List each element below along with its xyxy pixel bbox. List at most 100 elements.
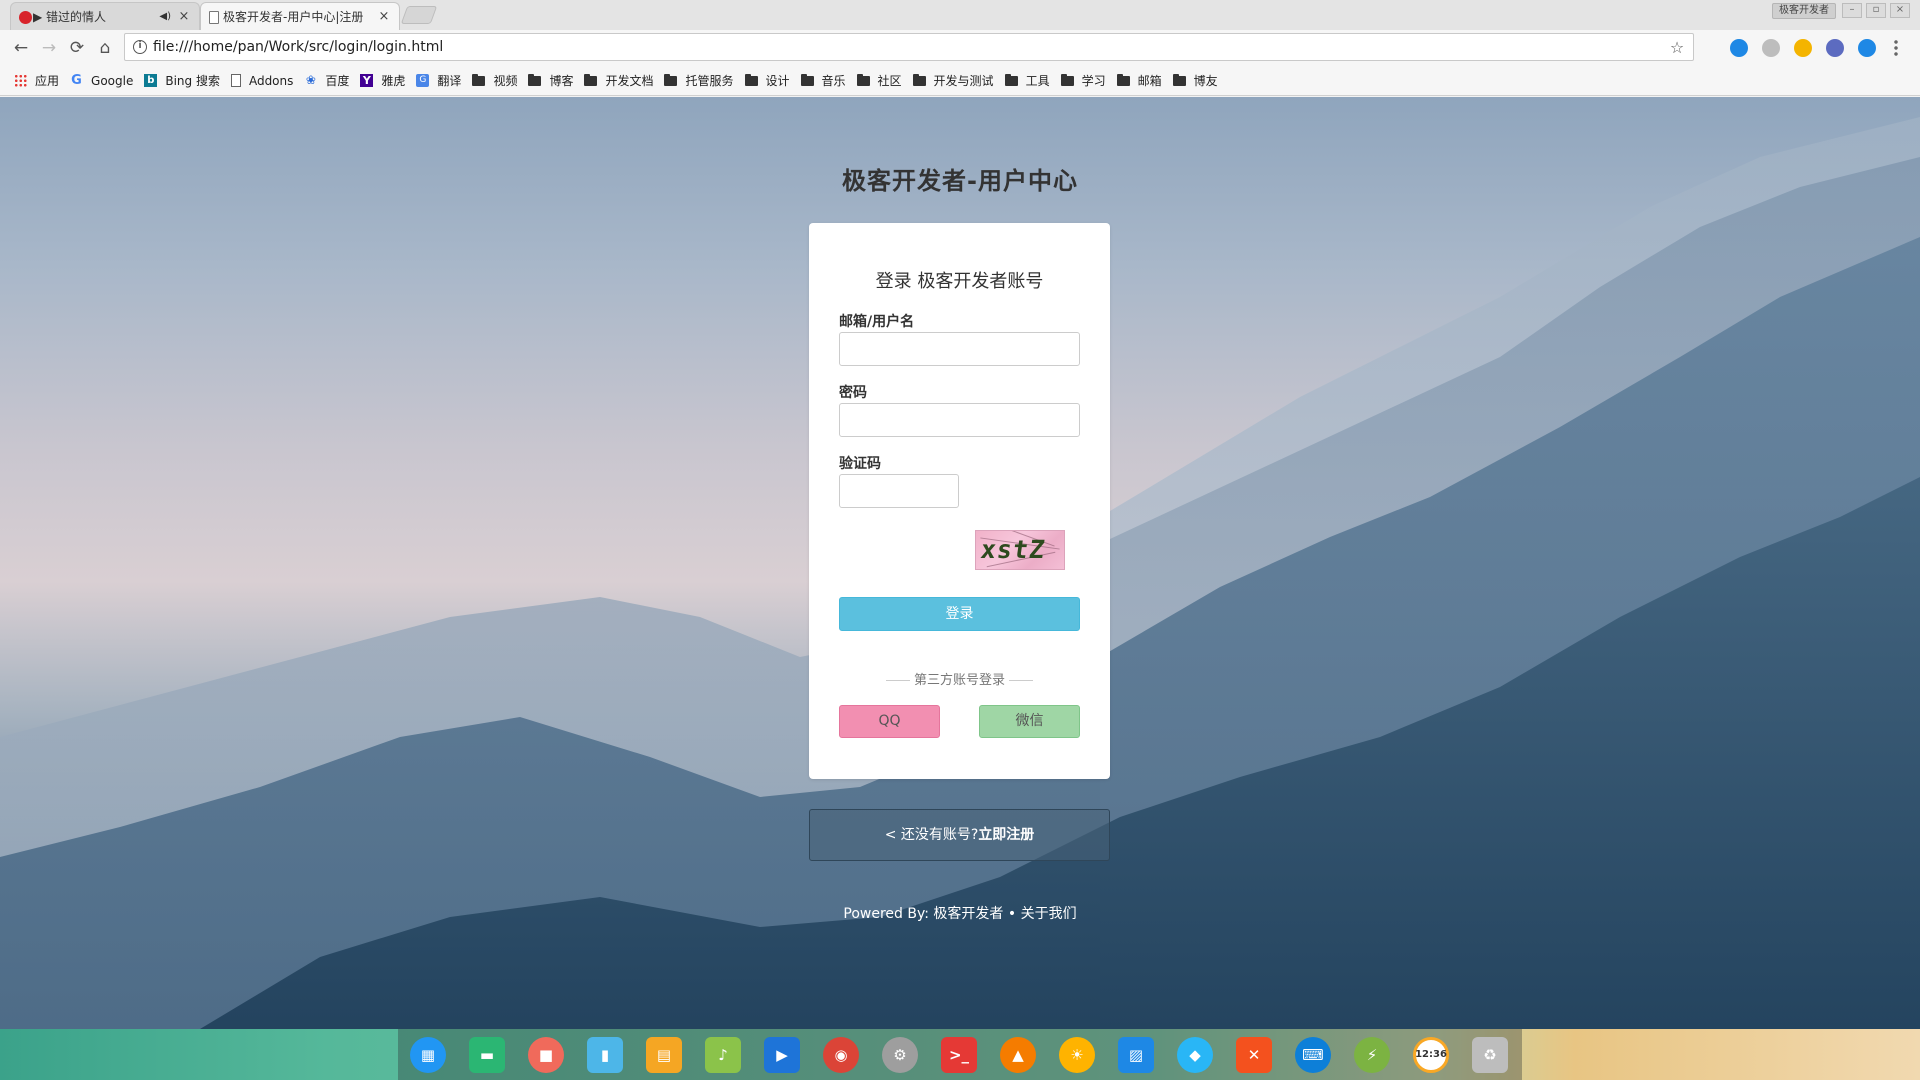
close-tab-icon[interactable]: × — [177, 9, 191, 24]
footer-brand-link[interactable]: 极客开发者 — [933, 906, 1003, 922]
bookmark-item[interactable]: G Google — [70, 74, 133, 88]
folder-icon — [744, 73, 758, 86]
translate-extension-icon[interactable] — [1730, 39, 1748, 57]
vue-extension-icon[interactable] — [1858, 39, 1876, 57]
bookmark-item[interactable]: Y 雅虎 — [360, 72, 405, 89]
login-card: 登录 极客开发者账号 邮箱/用户名 密码 验证码 xstZ 登录 第三方账号登录… — [809, 223, 1110, 779]
power-icon[interactable]: ⚡ — [1354, 1036, 1390, 1073]
weather-icon[interactable]: ☀ — [1059, 1036, 1095, 1073]
video-player-icon[interactable]: ▶ — [764, 1036, 800, 1073]
back-button[interactable]: ← — [10, 37, 32, 59]
captcha-image[interactable]: xstZ — [975, 530, 1065, 570]
music-player-icon[interactable]: ♪ — [705, 1036, 741, 1073]
screenshot-tool-icon[interactable]: ✕ — [1236, 1036, 1272, 1073]
terminal-icon[interactable]: >_ — [941, 1036, 977, 1073]
login-button[interactable]: 登录 — [839, 597, 1080, 631]
bookmark-item[interactable]: b Bing 搜索 — [144, 72, 220, 89]
screen-recorder-icon[interactable]: ■ — [528, 1036, 564, 1073]
browser-toolbar: ← → ⟳ ⌂ i file:///home/pan/Work/src/logi… — [0, 30, 1920, 66]
wechat-login-button[interactable]: 微信 — [979, 705, 1080, 738]
bookmark-item[interactable]: 博客 — [528, 72, 573, 89]
address-bar[interactable]: i file:///home/pan/Work/src/login/login.… — [124, 33, 1694, 61]
username-input[interactable] — [839, 332, 1080, 366]
settings-icon[interactable]: ⚙ — [882, 1036, 918, 1073]
password-input[interactable] — [839, 403, 1080, 437]
bookmark-item[interactable]: 开发文档 — [584, 72, 653, 89]
tab-title: 极客开发者-用户中心|注册 — [223, 10, 364, 24]
bookmark-label: 翻译 — [437, 74, 462, 88]
register-link-box[interactable]: < 还没有账号?立即注册 — [809, 809, 1110, 861]
folder-icon — [1172, 73, 1186, 86]
google-icon: G — [71, 73, 82, 88]
chrome-extension-icon[interactable] — [1794, 39, 1812, 57]
info-icon[interactable]: i — [133, 40, 147, 54]
launcher-icon[interactable]: ▦ — [410, 1036, 446, 1073]
bookmark-item[interactable]: 应用 — [14, 72, 59, 89]
bookmark-item[interactable]: Addons — [230, 73, 294, 88]
new-tab-button[interactable] — [400, 6, 438, 24]
bookmark-item[interactable]: 社区 — [856, 72, 902, 89]
page-icon — [209, 11, 219, 24]
bookmark-label: 邮箱 — [1137, 74, 1162, 88]
vlc-icon[interactable]: ▲ — [1000, 1036, 1036, 1073]
close-tab-icon[interactable]: × — [377, 9, 391, 24]
bookmark-item[interactable]: 开发与测试 — [912, 72, 994, 89]
audio-playing-icon[interactable]: ◀) — [159, 11, 171, 22]
bookmark-item[interactable]: 工具 — [1004, 72, 1050, 89]
register-link[interactable]: 立即注册 — [978, 827, 1034, 843]
bookmark-label: 音乐 — [821, 74, 846, 88]
chrome-icon[interactable]: ◉ — [823, 1036, 859, 1073]
wifi-icon[interactable]: ◆ — [1177, 1036, 1213, 1073]
bookmark-label: 应用 — [35, 74, 60, 88]
bookmark-item[interactable]: 邮箱 — [1116, 72, 1162, 89]
menu-icon[interactable] — [1894, 39, 1898, 57]
folder-icon — [584, 73, 598, 86]
password-label: 密码 — [839, 385, 867, 401]
bookmark-item[interactable]: ❀ 百度 — [304, 72, 350, 89]
bookmark-item[interactable]: G 翻译 — [416, 72, 461, 89]
minimize-button[interactable]: – — [1842, 3, 1862, 18]
footer-about-link[interactable]: 关于我们 — [1021, 906, 1077, 922]
bookmark-item[interactable]: 视频 — [472, 72, 517, 89]
keyboard-icon[interactable]: ⌨ — [1295, 1036, 1331, 1073]
netease-music-icon — [19, 11, 32, 24]
bookmark-item[interactable]: 托管服务 — [664, 72, 734, 89]
third-party-label: 第三方账号登录 — [913, 673, 1005, 688]
bookmark-label: 雅虎 — [381, 74, 406, 88]
captcha-input[interactable] — [839, 474, 959, 508]
forward-button[interactable]: → — [38, 37, 60, 59]
clock-icon[interactable]: 12:36 — [1413, 1036, 1449, 1073]
tab-login[interactable]: 极客开发者-用户中心|注册 × — [200, 2, 400, 30]
third-party-divider: 第三方账号登录 — [809, 669, 1110, 688]
page-viewport: 极客开发者-用户中心 登录 极客开发者账号 邮箱/用户名 密码 验证码 xstZ… — [0, 97, 1920, 1029]
bookmark-label: Addons — [248, 73, 294, 88]
tab-bar: ▶ 错过的情人 ◀) × 极客开发者-用户中心|注册 × 极客开发者 – ▫ × — [0, 0, 1920, 30]
archive-icon[interactable]: ▮ — [587, 1036, 623, 1073]
bookmark-star-icon[interactable]: ☆ — [1667, 38, 1687, 57]
register-prefix: < 还没有账号? — [884, 827, 979, 843]
file-manager-icon[interactable]: ▬ — [469, 1036, 505, 1073]
home-button[interactable]: ⌂ — [94, 37, 116, 59]
captcha-text: xstZ — [978, 535, 1048, 564]
system-monitor-icon[interactable]: ▨ — [1118, 1036, 1154, 1073]
tab-title: ▶ 错过的情人 — [33, 10, 107, 24]
broadcast-extension-icon[interactable] — [1762, 39, 1780, 57]
profile-button[interactable]: 极客开发者 — [1772, 3, 1836, 19]
card-title: 登录 极客开发者账号 — [875, 271, 1044, 292]
bookmark-item[interactable]: 博友 — [1172, 72, 1218, 89]
tab-music[interactable]: ▶ 错过的情人 ◀) × — [10, 2, 200, 30]
trash-icon[interactable]: ♻ — [1472, 1036, 1508, 1073]
footer-prefix: Powered By: — [843, 906, 929, 922]
bookmark-item[interactable]: 学习 — [1060, 72, 1106, 89]
bookmark-label: 托管服务 — [685, 74, 734, 88]
shield-extension-icon[interactable] — [1826, 39, 1844, 57]
maximize-button[interactable]: ▫ — [1866, 3, 1886, 18]
reload-button[interactable]: ⟳ — [66, 37, 88, 59]
qq-login-button[interactable]: QQ — [839, 705, 940, 738]
bookmark-item[interactable]: 音乐 — [800, 72, 846, 89]
url-text[interactable]: file:///home/pan/Work/src/login/login.ht… — [153, 39, 1667, 55]
close-window-button[interactable]: × — [1890, 3, 1910, 18]
app-store-icon[interactable]: ▤ — [646, 1036, 682, 1073]
bookmark-label: 学习 — [1081, 74, 1106, 88]
bookmark-item[interactable]: 设计 — [744, 72, 790, 89]
